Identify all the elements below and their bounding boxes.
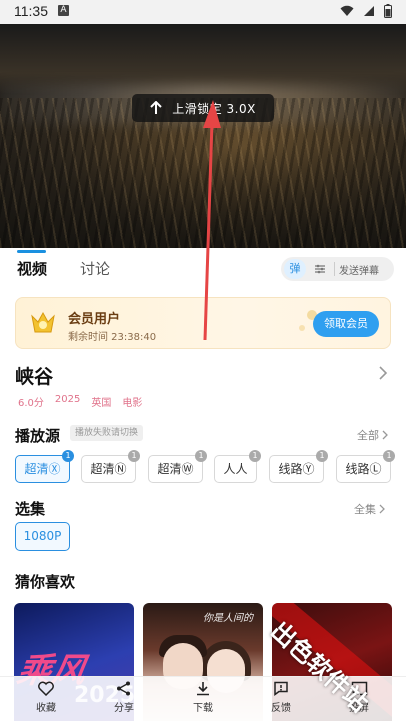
notification-a-icon: A	[58, 5, 69, 16]
sources-more-link[interactable]: 全部	[357, 427, 388, 443]
feedback-label: 反馈	[271, 703, 291, 714]
source-label: 超清Ⓝ	[90, 462, 127, 476]
source-label: 人人	[223, 462, 248, 476]
source-label: 线路Ⓛ	[345, 462, 382, 476]
tab-discussion[interactable]: 讨论	[80, 258, 110, 279]
heart-icon	[38, 681, 54, 696]
source-count-badge: 1	[195, 450, 207, 462]
arrow-up-icon	[150, 101, 162, 114]
source-chip[interactable]: 超清Ⓦ 1	[148, 450, 207, 483]
get-membership-button[interactable]: 领取会员	[313, 311, 379, 337]
sources-hint: 播放失败请切换	[70, 425, 144, 441]
source-label: 超清Ⓧ	[24, 462, 61, 476]
danmaku-controls: 弹 发送弹幕	[281, 257, 394, 281]
member-banner: 会员用户 剩余时间 23:38:40 领取会员	[15, 297, 391, 349]
tab-active-indicator	[17, 250, 46, 253]
battery-icon	[384, 4, 392, 18]
speed-lock-label: 上滑锁定 3.0X	[172, 101, 256, 116]
source-count-badge: 1	[316, 450, 328, 462]
tab-video[interactable]: 视频	[17, 258, 47, 279]
source-count-badge: 1	[62, 450, 74, 462]
source-label: 线路Ⓨ	[278, 462, 315, 476]
danmaku-divider	[334, 262, 335, 276]
recommend-heading: 猜你喜欢	[15, 573, 76, 591]
system-icons	[340, 4, 392, 18]
feedback-button[interactable]: 反馈	[256, 681, 306, 714]
signal-icon	[364, 6, 374, 16]
status-time: 11:35	[14, 3, 48, 19]
chevron-right-icon	[382, 430, 388, 440]
source-count-badge: 1	[383, 450, 395, 462]
feedback-icon	[274, 681, 288, 696]
wifi-icon	[340, 5, 354, 16]
source-chip[interactable]: 超清Ⓧ 1	[15, 450, 74, 483]
chevron-right-icon	[379, 504, 385, 514]
share-icon	[117, 681, 130, 696]
sources-more-label: 全部	[357, 429, 379, 442]
download-button[interactable]: 下载	[178, 681, 228, 714]
member-remaining-time: 剩余时间 23:38:40	[68, 332, 157, 343]
source-chip[interactable]: 线路Ⓨ 1	[269, 450, 328, 483]
movie-title: 峡谷	[15, 366, 54, 388]
video-player[interactable]: 上滑锁定 3.0X	[0, 24, 406, 248]
favorite-button[interactable]: 收藏	[21, 681, 71, 714]
status-bar: 11:35 A	[0, 0, 406, 24]
danmaku-toggle[interactable]: 弹	[284, 259, 306, 279]
danmaku-settings-icon[interactable]	[310, 259, 330, 279]
episodes-more-link[interactable]: 全集	[354, 501, 385, 517]
source-chip[interactable]: 线路Ⓛ 1	[336, 450, 395, 483]
favorite-label: 收藏	[36, 703, 56, 714]
member-title: 会员用户	[68, 312, 121, 327]
movie-year: 2025	[54, 394, 81, 405]
poster-script-art: 你是人间的	[203, 613, 253, 624]
share-label: 分享	[114, 703, 134, 714]
source-chip[interactable]: 超清Ⓝ 1	[81, 450, 140, 483]
episodes-more-label: 全集	[354, 503, 376, 516]
movie-rating: 6.0分	[18, 398, 44, 409]
speed-lock-toast: 上滑锁定 3.0X	[132, 94, 274, 122]
movie-category: 电影	[122, 398, 143, 409]
source-label: 超清Ⓦ	[157, 462, 194, 476]
member-crown-icon	[31, 311, 55, 333]
send-danmaku-button[interactable]: 发送弹幕	[339, 262, 379, 277]
download-label: 下载	[193, 703, 213, 714]
source-chip[interactable]: 人人 1	[214, 450, 261, 483]
episode-chip[interactable]: 1080P	[15, 522, 70, 551]
episodes-heading: 选集	[15, 500, 46, 518]
share-button[interactable]: 分享	[99, 681, 149, 714]
sources-heading: 播放源	[15, 427, 61, 445]
download-icon	[197, 682, 209, 696]
movie-region: 英国	[91, 398, 112, 409]
source-count-badge: 1	[249, 450, 261, 462]
chevron-right-icon[interactable]	[378, 366, 388, 380]
source-count-badge: 1	[128, 450, 140, 462]
movie-meta: 6.0分 2025 英国 电影	[18, 394, 142, 409]
